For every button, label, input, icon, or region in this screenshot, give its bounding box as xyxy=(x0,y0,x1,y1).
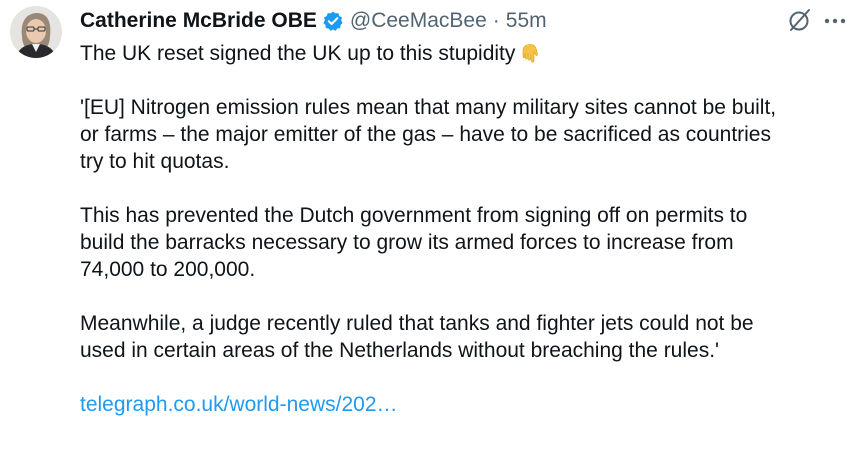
tweet-paragraph-2: '[EU] Nitrogen emission rules mean that … xyxy=(80,96,777,173)
tweet-header: Catherine McBride OBE @CeeMacBee · 55m xyxy=(80,6,547,36)
tweet-text: The UK reset signed the UK up to this st… xyxy=(80,40,850,445)
tweet: Catherine McBride OBE @CeeMacBee · 55m T… xyxy=(0,0,856,461)
pointing-down-emoji-icon xyxy=(519,42,541,64)
tweet-paragraph-3: This has prevented the Dutch government … xyxy=(80,204,748,281)
author-handle[interactable]: @CeeMacBee xyxy=(350,9,487,33)
tweet-paragraph-1: The UK reset signed the UK up to this st… xyxy=(80,40,850,67)
tweet-link-paragraph: telegraph.co.uk/world-news/202… xyxy=(80,391,850,418)
more-icon[interactable] xyxy=(822,8,848,32)
author-display-name[interactable]: Catherine McBride OBE xyxy=(80,9,317,33)
tweet-line-1: The UK reset signed the UK up to this st… xyxy=(80,42,516,65)
verified-badge-icon xyxy=(322,10,344,32)
grok-icon[interactable] xyxy=(787,7,813,33)
separator-dot: · xyxy=(492,9,500,32)
tweet-paragraph-4: Meanwhile, a judge recently ruled that t… xyxy=(80,312,754,362)
timestamp[interactable]: 55m xyxy=(506,9,547,33)
avatar[interactable] xyxy=(10,6,62,58)
article-link[interactable]: telegraph.co.uk/world-news/202… xyxy=(80,393,398,416)
